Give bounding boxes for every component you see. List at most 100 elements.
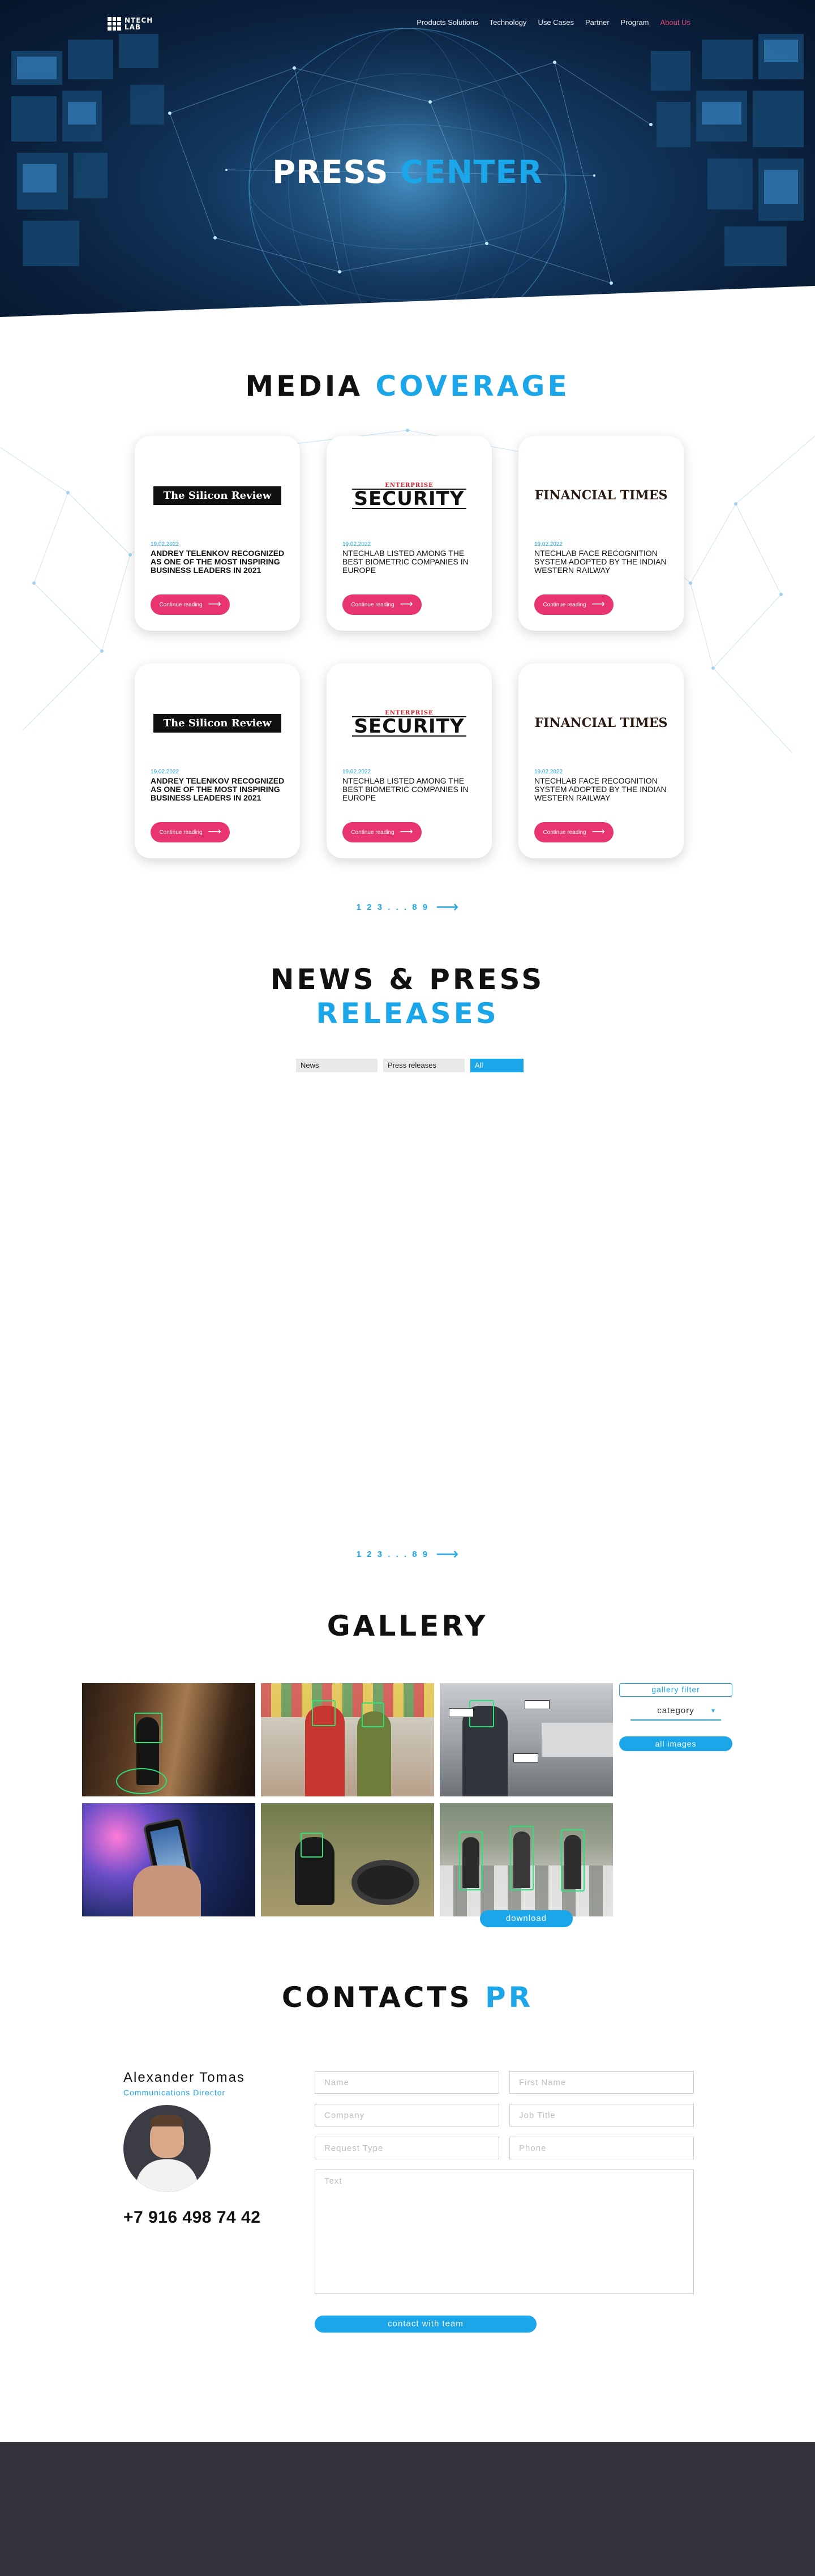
arrow-right-icon: ⟶ [208,827,221,837]
enterprise-security-logo: ENTERPRISE SECURITY [351,710,467,737]
publication-logo: FINANCIAL TIMES [534,481,668,510]
publication-logo: FINANCIAL TIMES [534,709,668,737]
contact-with-team-button[interactable]: contact with team [315,2316,537,2333]
arrow-right-icon[interactable]: ⟶ [436,1546,458,1562]
hero-banner: NTECH LAB Products Solutions Technology … [0,0,815,340]
logo-grid-icon [108,17,121,31]
company-field[interactable]: Company [315,2104,499,2126]
footer [0,2442,815,2576]
continue-reading-button[interactable]: Continue reading ⟶ [151,594,230,615]
silicon-review-logo: The Silicon Review [153,713,281,733]
card-title: NTECHLAB LISTED AMONG THE BEST BIOMETRIC… [342,776,469,802]
news-tabs: News Press releases All [296,1059,524,1072]
pagination-pages[interactable]: 1 2 3 . . . 8 9 [357,902,429,912]
tire [351,1860,419,1905]
media-coverage-title: MEDIA COVERAGE [0,369,815,403]
media-card: The Silicon Review 19.02.2022 ANDREY TEL… [135,436,300,631]
menu-item-technology[interactable]: Technology [490,18,527,27]
download-button[interactable]: download [480,1910,573,1927]
menu-item-products-solutions[interactable]: Products Solutions [417,18,478,27]
all-images-button[interactable]: all images [619,1736,732,1751]
button-label: Continue reading [543,829,586,836]
media-card: ENTERPRISE SECURITY 19.02.2022 NTECHLAB … [327,436,492,631]
continue-reading-button[interactable]: Continue reading ⟶ [342,594,422,615]
category-select[interactable]: category ▼ [630,1706,721,1721]
card-title: ANDREY TELENKOV RECOGNIZED AS ONE OF THE… [151,776,285,802]
menu-item-about-us[interactable]: About Us [660,18,690,27]
contacts-title-black: CONTACTS [281,1981,473,2014]
face-detection-box [301,1833,323,1858]
gallery-image[interactable] [261,1803,434,1916]
card-title: NTECHLAB FACE RECOGNITION SYSTEM ADOPTED… [534,549,667,575]
button-label: Continue reading [159,601,203,608]
media-card: FINANCIAL TIMES 19.02.2022 NTECHLAB FACE… [518,664,684,858]
menu-item-use-cases[interactable]: Use Cases [538,18,574,27]
menu-item-program[interactable]: Program [621,18,649,27]
avatar-hair [150,2115,184,2126]
contact-form: Name First Name Company Job Title Reques… [315,2071,694,2294]
continue-reading-button[interactable]: Continue reading ⟶ [534,822,614,842]
tab-press-releases[interactable]: Press releases [383,1059,465,1072]
financial-times-logo: FINANCIAL TIMES [534,716,668,730]
continue-reading-button[interactable]: Continue reading ⟶ [151,822,230,842]
financial-times-logo: FINANCIAL TIMES [534,488,668,503]
menu-item-partner[interactable]: Partner [585,18,610,27]
page-title-blue: CENTER [400,154,543,191]
card-title: NTECHLAB LISTED AMONG THE BEST BIOMETRIC… [342,549,469,575]
gallery-image[interactable] [82,1683,255,1796]
publication-logo: The Silicon Review [151,709,284,737]
gallery-image[interactable] [440,1803,613,1916]
button-label: Continue reading [543,601,586,608]
publication-logo: ENTERPRISE SECURITY [342,709,476,737]
contact-phone[interactable]: +7 916 498 74 42 [123,2208,260,2227]
message-textarea[interactable]: Text [315,2170,694,2294]
person-detection-box [459,1832,483,1890]
arrow-right-icon: ⟶ [208,600,221,609]
arrow-right-icon: ⟶ [400,600,413,609]
tab-news[interactable]: News [296,1059,378,1072]
page-title-white: PRESS [272,154,389,191]
media-card: ENTERPRISE SECURITY 19.02.2022 NTECHLAB … [327,664,492,858]
first-name-field[interactable]: First Name [509,2071,694,2094]
face-detection-box [362,1702,384,1727]
ntechlab-logo[interactable]: NTECH LAB [108,17,153,31]
publication-logo: ENTERPRISE SECURITY [342,481,476,510]
publication-logo: The Silicon Review [151,481,284,510]
card-date: 19.02.2022 [342,769,371,775]
gallery-filter-panel: gallery filter category ▼ all images [619,1683,732,1751]
request-type-field[interactable]: Request Type [315,2137,499,2159]
media-pagination[interactable]: 1 2 3 . . . 8 9 ⟶ [0,899,815,915]
contacts-title-blue: PR [485,1981,534,2014]
hand [133,1865,201,1916]
face-detection-box [312,1700,336,1726]
news-pagination[interactable]: 1 2 3 . . . 8 9 ⟶ [0,1546,815,1562]
silicon-review-logo: The Silicon Review [153,486,281,505]
gallery-image[interactable] [82,1803,255,1916]
gallery-image[interactable] [440,1683,613,1796]
arrow-right-icon: ⟶ [591,827,605,837]
tab-all[interactable]: All [470,1059,524,1072]
name-field[interactable]: Name [315,2071,499,2094]
detection-label [525,1700,550,1709]
phone-field[interactable]: Phone [509,2137,694,2159]
continue-reading-button[interactable]: Continue reading ⟶ [534,594,614,615]
card-date: 19.02.2022 [342,541,371,547]
logo-main-text: SECURITY [351,488,467,509]
avatar-shirt [136,2159,198,2192]
card-date: 19.02.2022 [151,541,179,547]
job-title-field[interactable]: Job Title [509,2104,694,2126]
top-navigation: NTECH LAB Products Solutions Technology … [0,16,815,38]
person-detection-box [510,1826,534,1890]
media-coverage-title-black: MEDIA [245,370,363,403]
continue-reading-button[interactable]: Continue reading ⟶ [342,822,422,842]
card-date: 19.02.2022 [151,769,179,775]
face-detection-box [134,1713,162,1743]
page: NTECH LAB Products Solutions Technology … [0,0,815,2576]
gallery-grid [82,1683,613,1916]
pagination-pages[interactable]: 1 2 3 . . . 8 9 [357,1550,429,1559]
gallery-image[interactable] [261,1683,434,1796]
arrow-right-icon: ⟶ [400,827,413,837]
media-card: The Silicon Review 19.02.2022 ANDREY TEL… [135,664,300,858]
arrow-right-icon[interactable]: ⟶ [436,899,458,915]
card-date: 19.02.2022 [534,541,563,547]
